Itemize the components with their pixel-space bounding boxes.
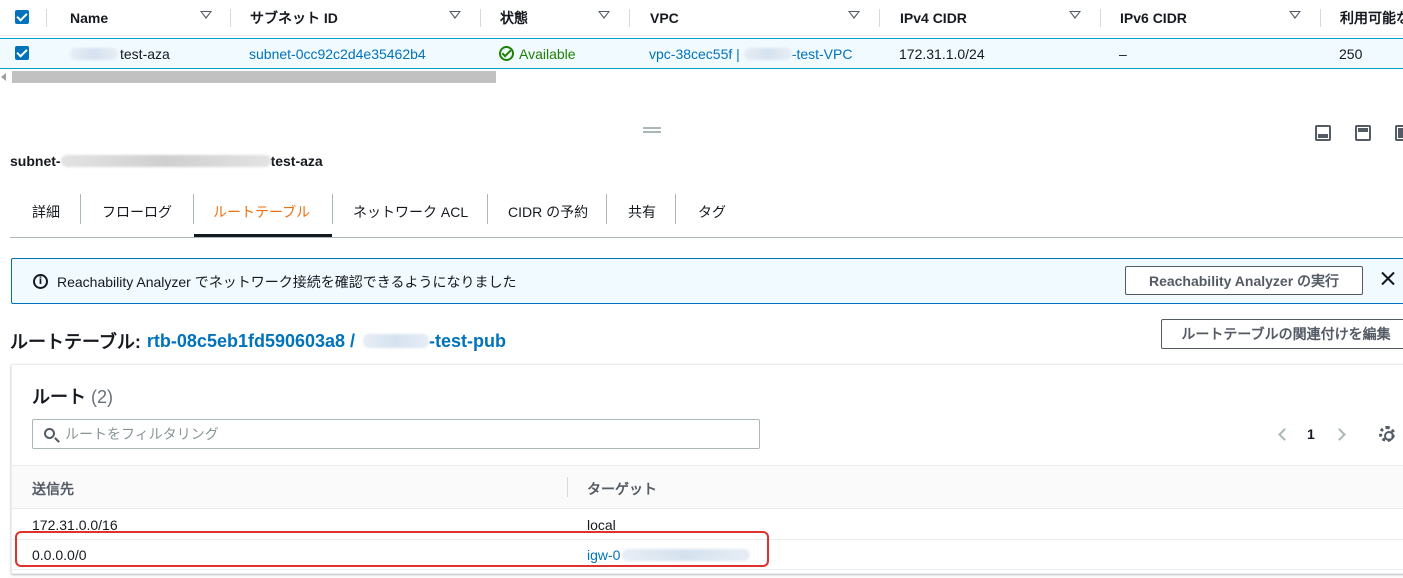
column-header-target[interactable]: ターゲット — [587, 479, 657, 499]
tab-separator — [332, 194, 333, 224]
check-circle-icon — [499, 46, 514, 61]
column-header-ipv4-cidr[interactable]: IPv4 CIDR — [900, 0, 967, 36]
red-highlight-box — [15, 531, 769, 567]
full-panel-icon[interactable] — [1395, 125, 1403, 141]
active-tab-indicator — [194, 234, 332, 237]
redacted-text — [743, 47, 792, 60]
tab-sharing[interactable]: 共有 — [626, 186, 658, 237]
search-input[interactable] — [65, 424, 745, 444]
scroll-left-arrow-icon[interactable] — [1, 73, 6, 81]
ipv6-cidr-cell: – — [1119, 45, 1127, 62]
column-header-state[interactable]: 状態 — [500, 0, 528, 36]
tab-separator — [487, 194, 488, 224]
routes-count: (2) — [91, 387, 114, 407]
column-header-vpc[interactable]: VPC — [650, 0, 679, 36]
route-table-name-link[interactable]: -test-pub — [429, 331, 506, 352]
column-header-name[interactable]: Name — [70, 0, 108, 36]
redacted-text — [70, 47, 118, 60]
status-badge: Available — [499, 39, 576, 68]
column-separator — [230, 9, 231, 27]
previous-page-icon[interactable] — [1278, 428, 1291, 441]
tab-tags[interactable]: タグ — [696, 186, 728, 237]
split-bottom-icon[interactable] — [1315, 125, 1331, 141]
column-separator — [879, 9, 880, 27]
search-icon — [44, 428, 55, 439]
select-all-checkbox[interactable] — [15, 10, 29, 24]
redacted-text — [363, 334, 430, 348]
column-header-available-ips[interactable]: 利用可能な — [1340, 0, 1403, 36]
column-separator — [480, 9, 481, 27]
info-icon: i — [33, 274, 48, 289]
tab-separator — [193, 194, 194, 224]
column-separator — [1100, 9, 1101, 27]
route-table-heading: ルートテーブル: rtb-08c5eb1fd590603a8 / -test-p… — [10, 330, 507, 353]
info-alert: i Reachability Analyzer でネットワーク接続を確認できるよ… — [11, 258, 1403, 304]
routes-title: ルート (2) — [32, 387, 114, 407]
panel-resize-handle[interactable] — [643, 127, 661, 133]
tab-details[interactable]: 詳細 — [30, 186, 62, 237]
subnet-name-cell: test-aza — [70, 39, 170, 68]
row-checkbox[interactable] — [15, 46, 29, 60]
tab-flow-logs[interactable]: フローログ — [100, 186, 174, 237]
tab-separator — [675, 194, 676, 224]
split-side-icon[interactable] — [1355, 125, 1371, 141]
edit-route-table-association-button[interactable]: ルートテーブルの関連付けを編集 — [1161, 319, 1403, 349]
subnets-table: Name サブネット ID 状態 VPC IPv4 CIDR IPv6 CIDR — [0, 0, 1403, 90]
tab-separator — [606, 194, 607, 224]
run-reachability-analyzer-button[interactable]: Reachability Analyzer の実行 — [1125, 266, 1363, 295]
subnet-id-link[interactable]: subnet-0cc92c2d4e35462b4 — [249, 39, 426, 68]
column-header-destination[interactable]: 送信先 — [32, 479, 74, 499]
ipv4-cidr-cell: 172.31.1.0/24 — [899, 45, 985, 62]
routes-table-header: 送信先 ターゲット — [12, 465, 1403, 509]
routes-filter-input[interactable] — [32, 419, 760, 449]
column-header-ipv6-cidr[interactable]: IPv6 CIDR — [1120, 0, 1187, 36]
next-page-icon[interactable] — [1333, 428, 1346, 441]
tab-separator — [80, 194, 81, 224]
available-ips-cell: 250 — [1339, 45, 1363, 62]
redacted-text — [60, 155, 271, 167]
gear-icon[interactable] — [1379, 426, 1395, 442]
scrollbar-thumb[interactable] — [12, 71, 496, 83]
tab-network-acl[interactable]: ネットワーク ACL — [351, 186, 470, 237]
table-row[interactable]: test-aza subnet-0cc92c2d4e35462b4 Availa… — [0, 38, 1403, 69]
column-separator — [629, 9, 630, 27]
column-separator — [567, 477, 568, 497]
route-table-id-link[interactable]: rtb-08c5eb1fd590603a8 / — [147, 331, 355, 352]
close-icon[interactable] — [1378, 269, 1398, 289]
tab-route-table[interactable]: ルートテーブル — [211, 186, 312, 237]
column-header-subnet-id[interactable]: サブネット ID — [250, 0, 338, 36]
tab-cidr-reservations[interactable]: CIDR の予約 — [506, 186, 590, 237]
subnet-detail-title: subnet- test-aza — [10, 153, 323, 169]
vpc-link[interactable]: vpc-38cec55f | -test-VPC — [649, 39, 852, 68]
column-separator — [46, 9, 47, 27]
detail-tabs: 詳細 フローログ ルートテーブル ネットワーク ACL CIDR の予約 共有 … — [10, 186, 1403, 238]
subnets-table-header: Name サブネット ID 状態 VPC IPv4 CIDR IPv6 CIDR — [0, 0, 1403, 36]
column-separator — [1320, 9, 1321, 27]
horizontal-scrollbar[interactable] — [0, 71, 1403, 83]
current-page[interactable]: 1 — [1307, 426, 1315, 442]
alert-message: Reachability Analyzer でネットワーク接続を確認できるように… — [57, 274, 517, 290]
